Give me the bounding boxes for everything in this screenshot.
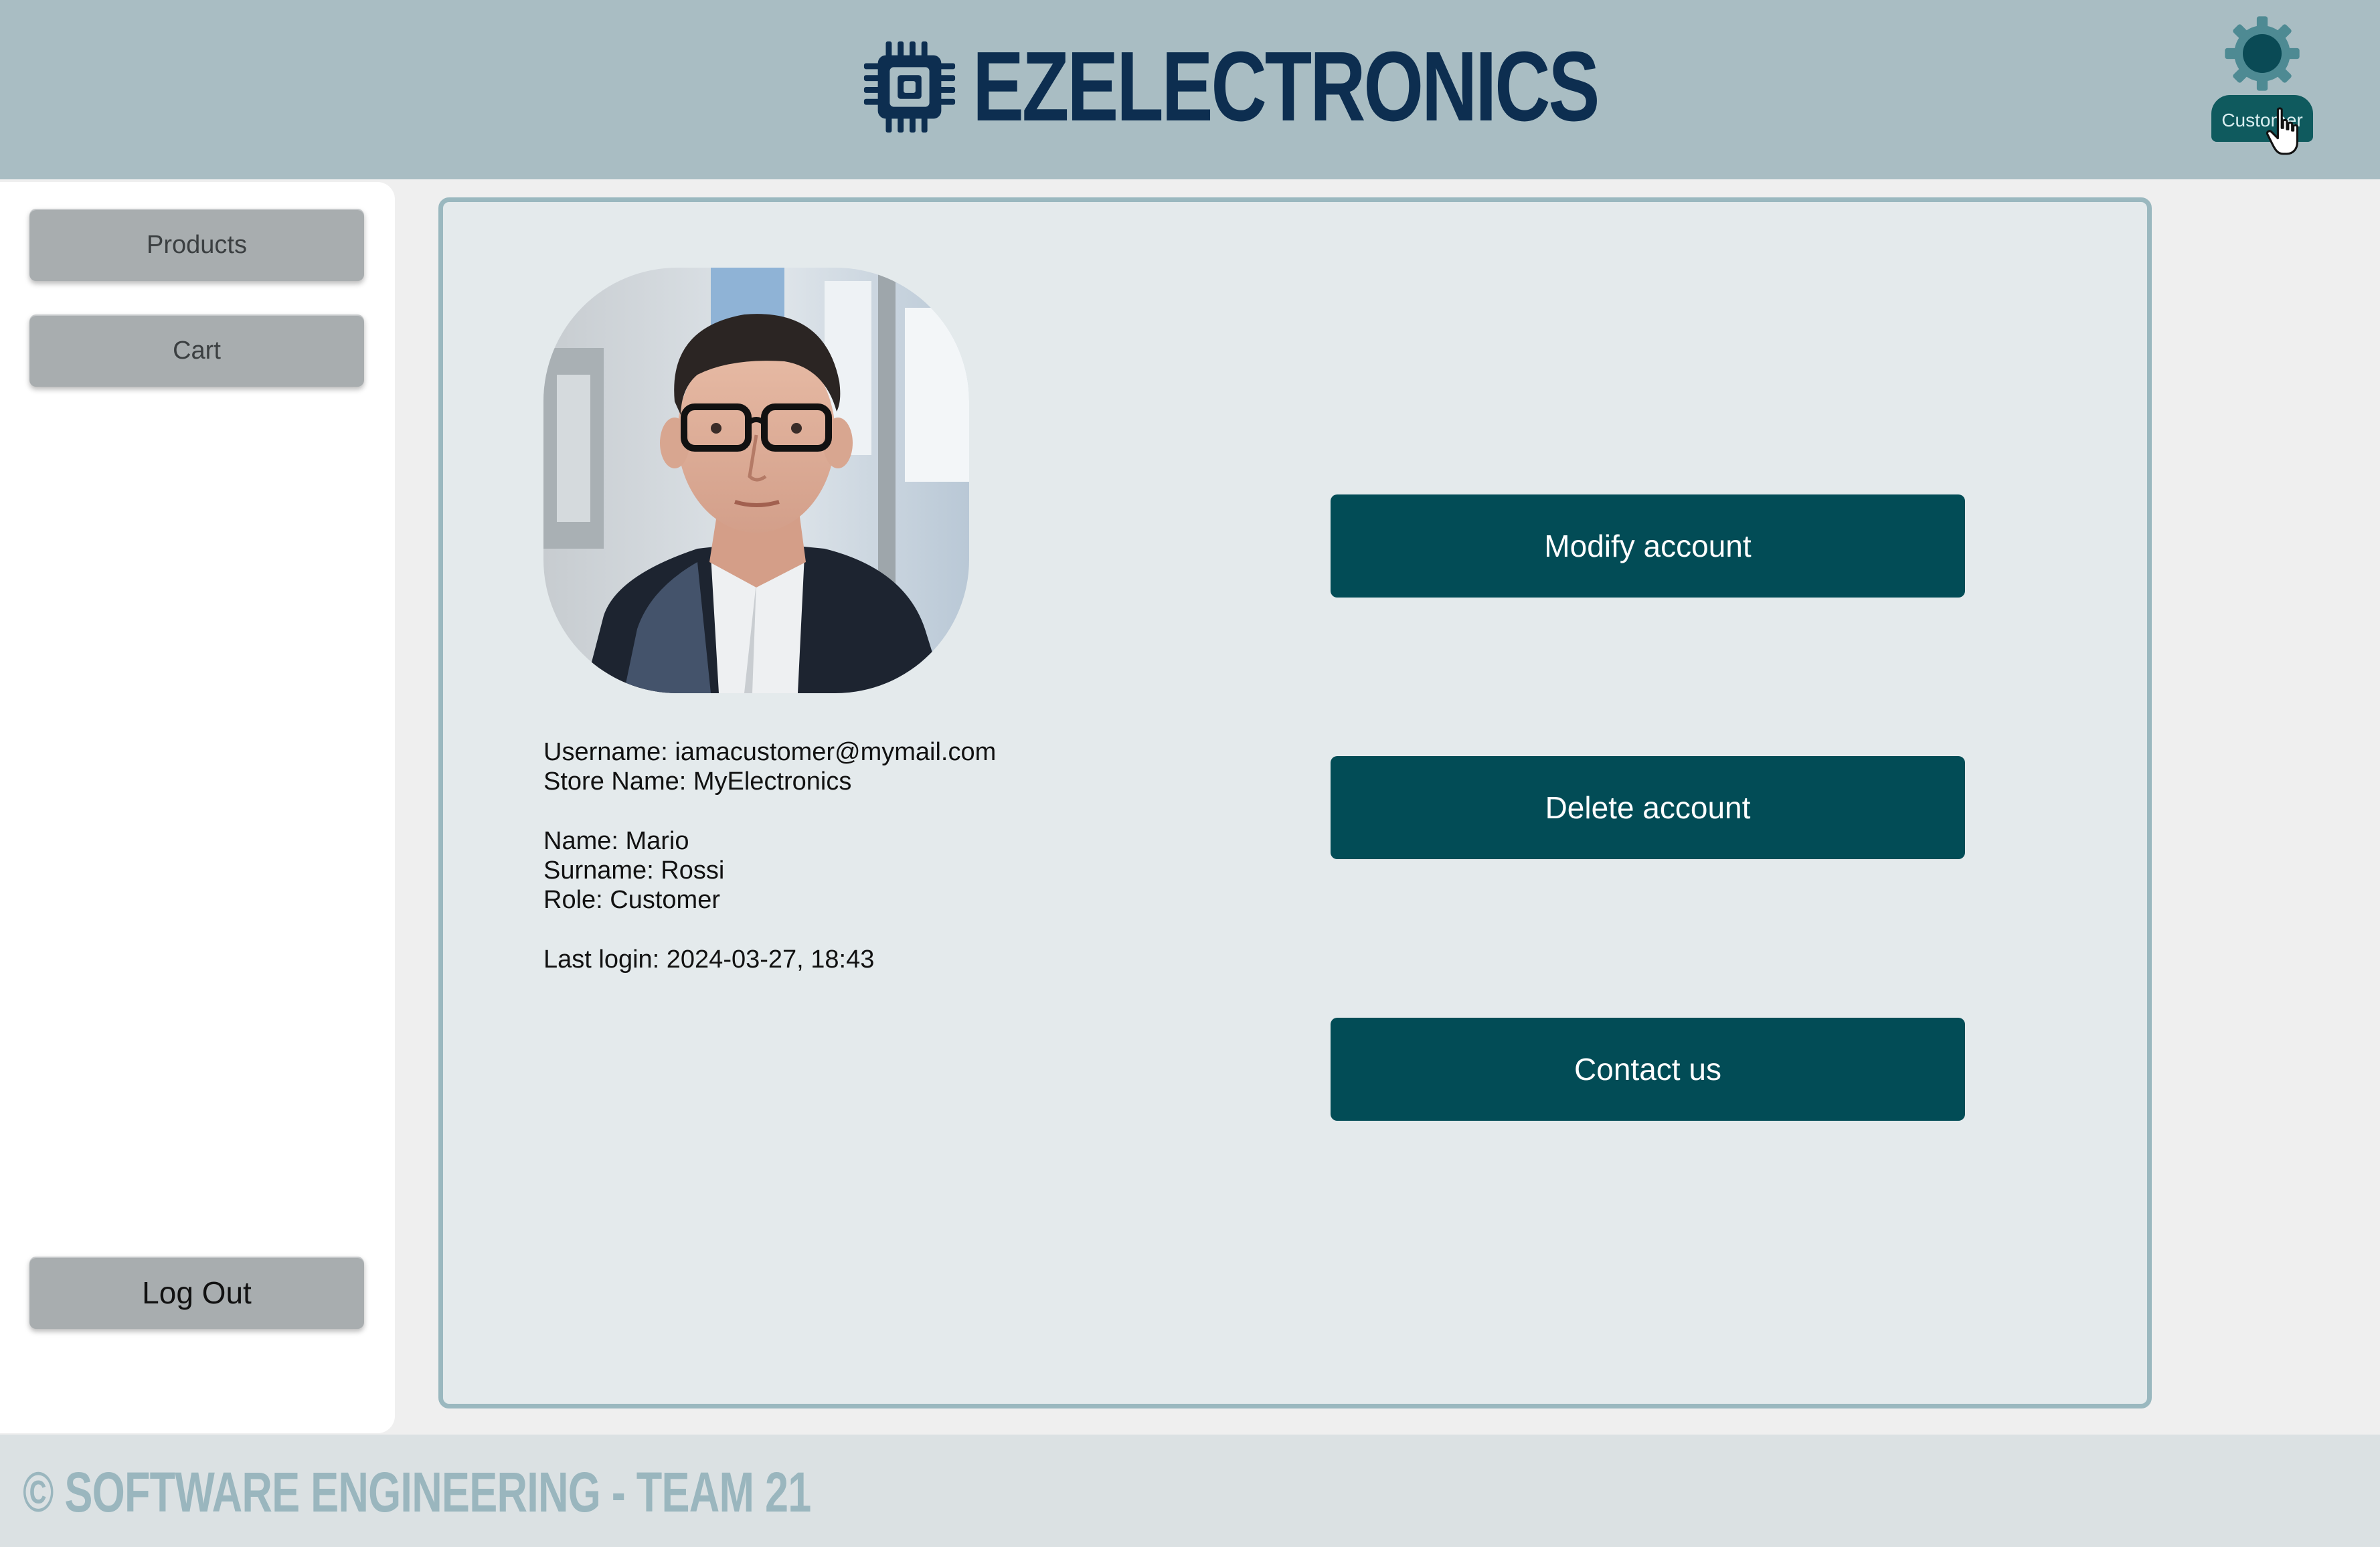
app-root: EZELECTRONICS Customer Products Cart Log… — [0, 0, 2380, 1547]
sidebar-item-cart[interactable]: Cart — [29, 314, 364, 387]
gear-icon[interactable] — [2223, 12, 2301, 95]
store-name-text: Store Name: MyElectronics — [543, 767, 852, 796]
last-login-text: Last login: 2024-03-27, 18:43 — [543, 945, 875, 974]
surname-text: Surname: Rossi — [543, 856, 725, 885]
logout-button[interactable]: Log Out — [29, 1257, 364, 1329]
brand-name: EZELECTRONICS — [972, 31, 1600, 142]
profile-photo-image — [543, 268, 969, 693]
delete-account-button[interactable]: Delete account — [1331, 756, 1965, 859]
account-panel: Username: iamacustomer@mymail.com Store … — [438, 197, 2152, 1408]
footer-copyright: © SOFTWARE ENGINEERING - TEAM 21 — [23, 1461, 811, 1524]
modify-account-button[interactable]: Modify account — [1331, 494, 1965, 598]
footer: © SOFTWARE ENGINEERING - TEAM 21 — [0, 1435, 2380, 1547]
brand[interactable]: EZELECTRONICS — [860, 33, 1774, 141]
profile-photo — [543, 268, 969, 693]
sidebar: Products Cart Log Out — [0, 182, 395, 1433]
chip-icon — [863, 41, 956, 133]
user-menu[interactable]: Customer — [2209, 12, 2316, 155]
hand-cursor-icon — [2266, 107, 2298, 155]
username-text: Username: iamacustomer@mymail.com — [543, 738, 997, 766]
name-text: Name: Mario — [543, 827, 689, 855]
contact-us-button[interactable]: Contact us — [1331, 1018, 1965, 1121]
sidebar-item-products[interactable]: Products — [29, 209, 364, 281]
role-text: Role: Customer — [543, 886, 720, 914]
top-header: EZELECTRONICS Customer — [0, 0, 2380, 179]
